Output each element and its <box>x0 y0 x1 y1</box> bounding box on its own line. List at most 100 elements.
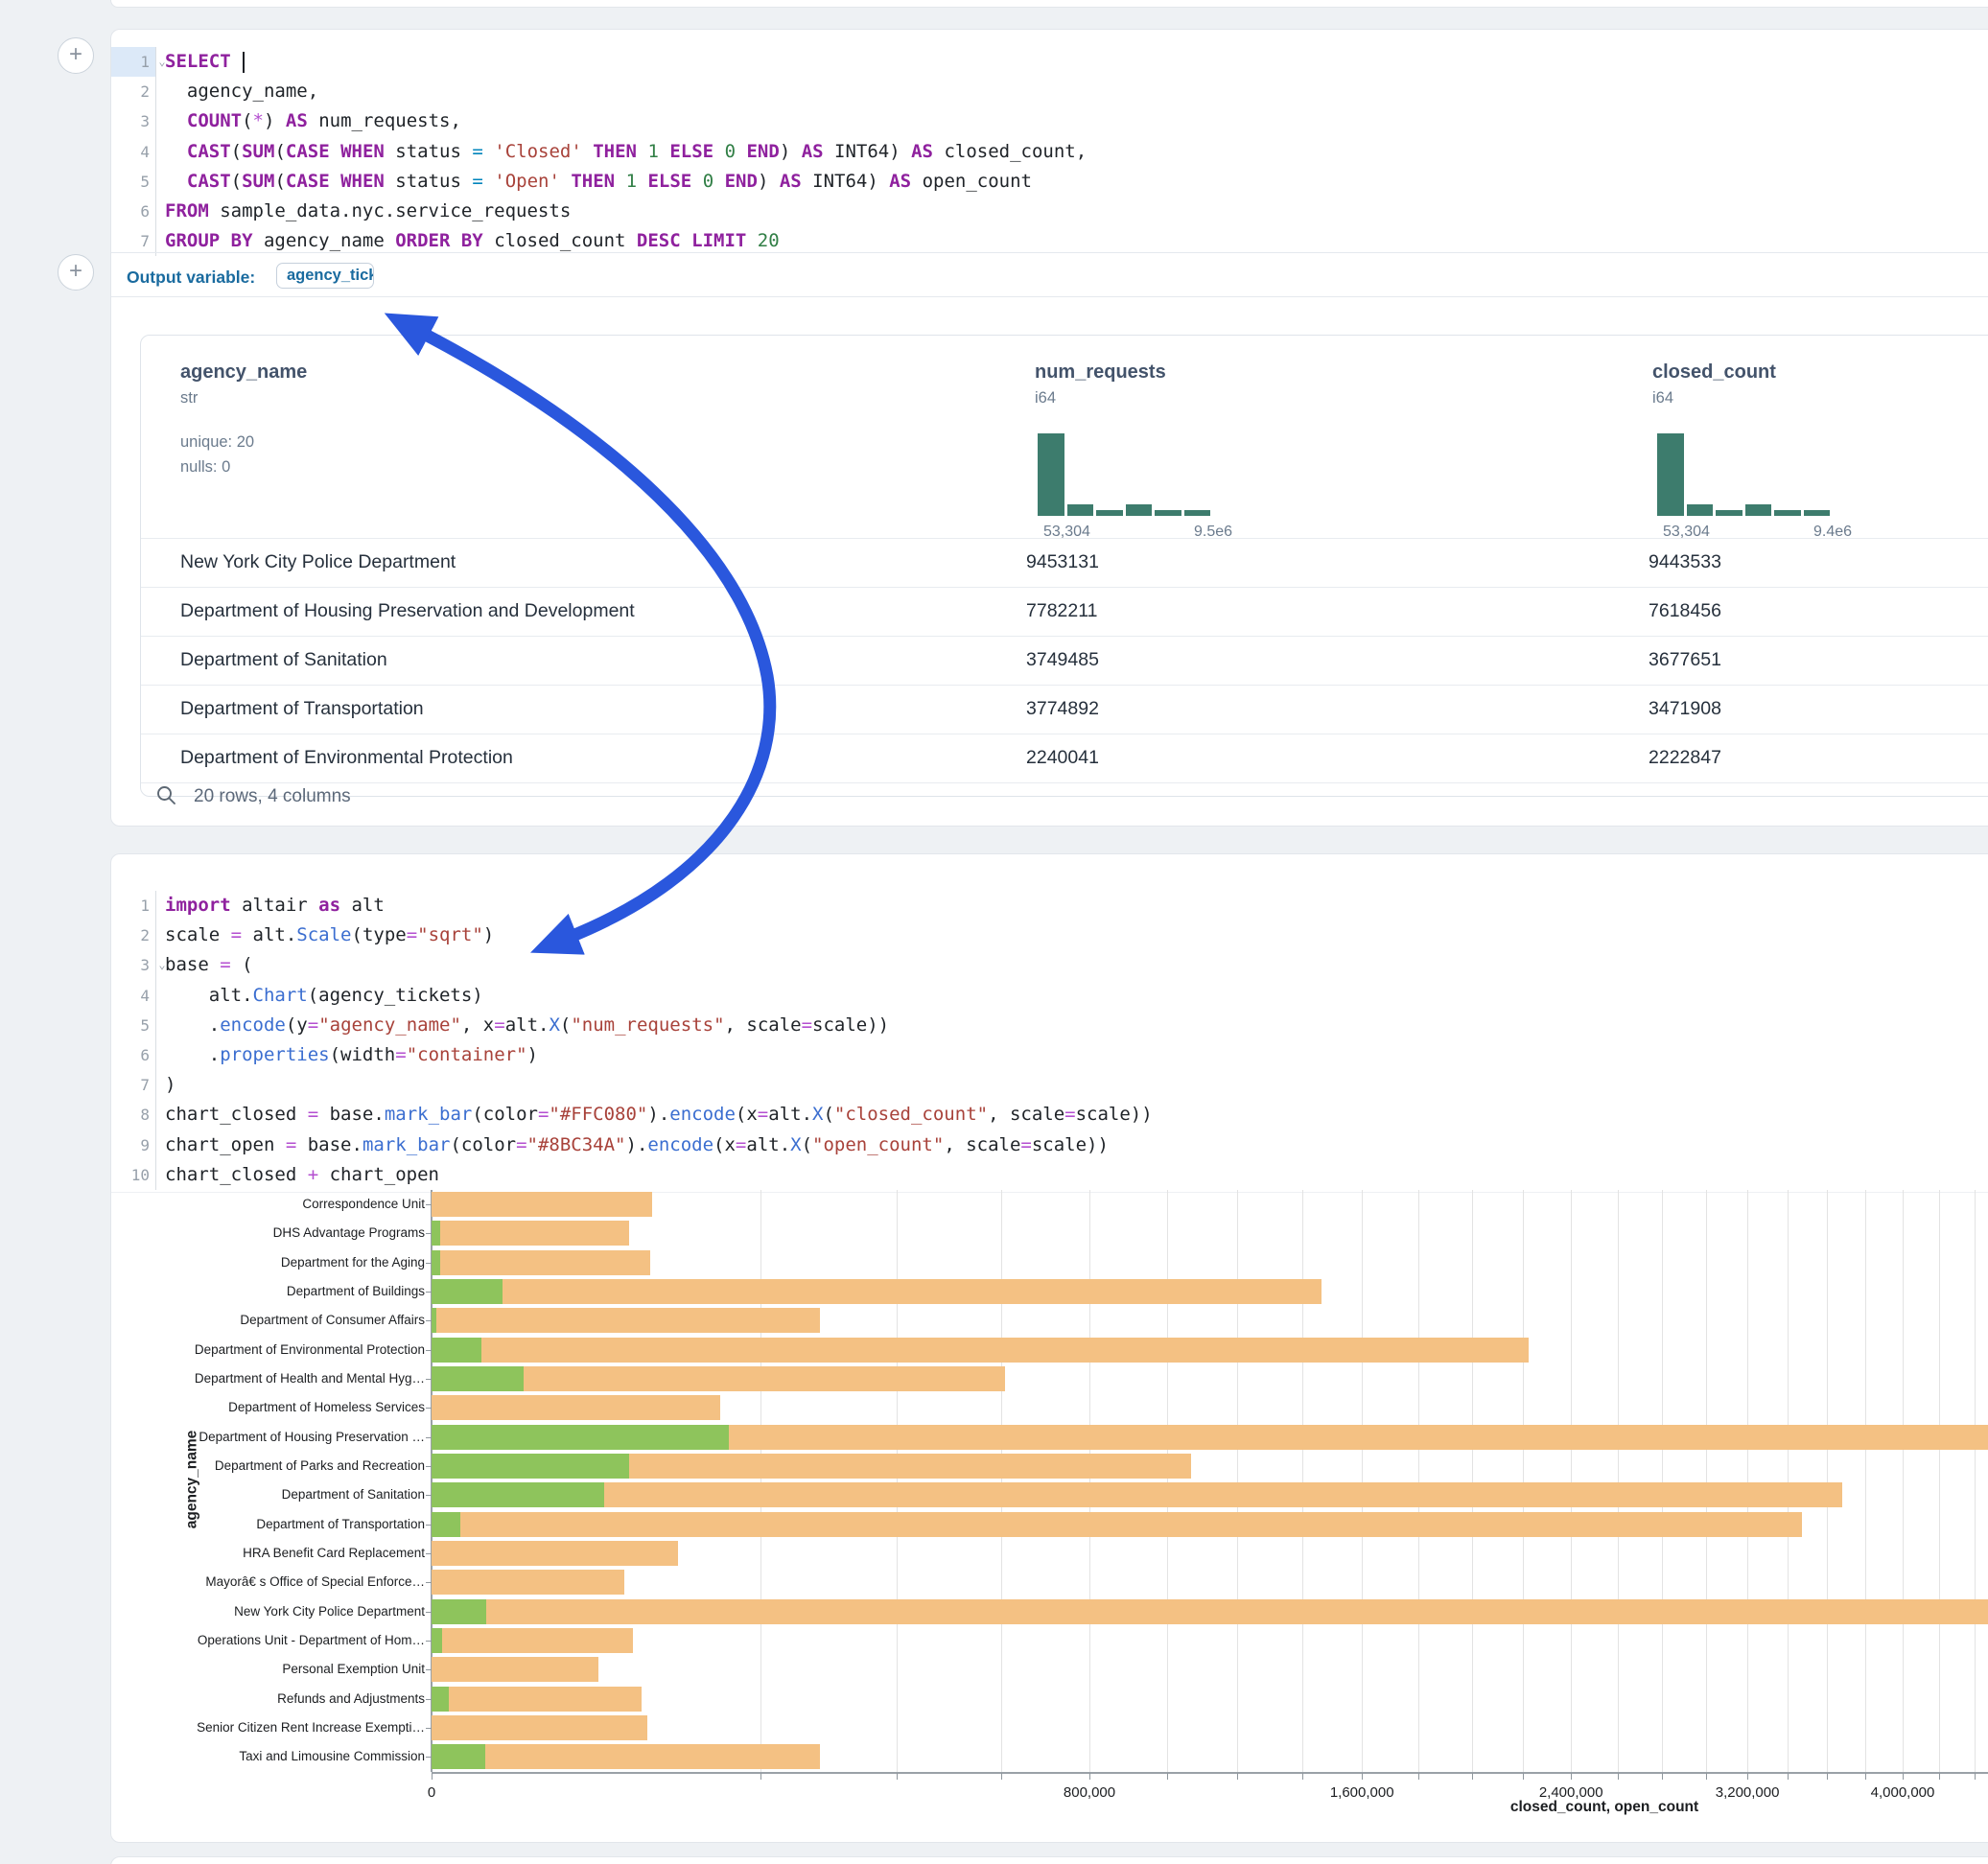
token-id <box>165 110 187 131</box>
y-tick <box>426 1292 432 1293</box>
token-kw: AS <box>286 110 308 131</box>
bar-closed-count <box>432 1250 650 1275</box>
y-axis-label: Department of Transportation <box>108 1517 425 1531</box>
column-header-agency-name[interactable]: agency_name <box>180 361 307 384</box>
bar-open-count <box>432 1338 481 1363</box>
token-id: alt. <box>165 985 253 1006</box>
bar-closed-count <box>432 1192 652 1217</box>
code-text: base = ( <box>156 950 253 980</box>
token-id <box>746 230 757 251</box>
x-tick <box>1662 1773 1663 1780</box>
token-kw: ORDER BY <box>395 230 483 251</box>
bar-closed-count <box>432 1308 820 1333</box>
token-id: (x <box>736 1104 758 1125</box>
y-axis-label: Correspondence Unit <box>108 1197 425 1211</box>
token-op: + <box>308 1164 318 1185</box>
token-id: ( <box>231 171 242 192</box>
line-number: 5 <box>111 167 156 197</box>
token-op: = <box>538 1104 549 1125</box>
code-text: chart_closed = base.mark_bar(color="#FFC… <box>156 1100 1153 1130</box>
token-id <box>691 171 702 192</box>
token-id: . <box>165 1044 220 1065</box>
bar-closed-count <box>432 1628 633 1653</box>
gridline <box>760 1190 761 1772</box>
fold-chevron-icon[interactable]: ⌄ <box>155 47 169 77</box>
code-line: 6 .properties(width="container") <box>111 1040 1988 1070</box>
token-id: chart_closed <box>165 1104 308 1125</box>
bar-closed-count <box>432 1395 720 1420</box>
gridline <box>1089 1190 1090 1772</box>
column-header-closed-count[interactable]: closed_count <box>1652 361 1776 384</box>
next-cell-edge <box>110 1856 1988 1864</box>
y-tick <box>426 1553 432 1554</box>
y-axis-label: Department of Sanitation <box>108 1487 425 1502</box>
histogram-bar <box>1687 504 1714 516</box>
token-id: agency_name, <box>165 81 318 102</box>
token-id: ). <box>647 1104 669 1125</box>
column-type: i64 <box>1652 389 1673 408</box>
row-separator <box>141 782 1988 783</box>
y-axis-line <box>431 1190 433 1772</box>
output-variable-pill[interactable]: agency_tickets <box>276 263 374 289</box>
bar-open-count <box>432 1279 503 1304</box>
token-str: "agency_name" <box>318 1014 461 1036</box>
token-num: 0 <box>703 171 713 192</box>
y-tick <box>426 1728 432 1729</box>
token-id <box>681 230 691 251</box>
histogram-bar <box>1774 510 1801 516</box>
token-id <box>165 171 187 192</box>
add-cell-button-mid[interactable]: + <box>58 254 94 291</box>
token-id: ) <box>758 171 780 192</box>
y-axis-label: Operations Unit - Department of Hom… <box>108 1633 425 1647</box>
token-id: INT64) <box>824 141 912 162</box>
token-id: scale)) <box>1032 1134 1109 1155</box>
sql-code-editor[interactable]: 1⌄SELECT 2 agency_name,3 COUNT(*) AS num… <box>111 47 1988 256</box>
token-str: "#8BC34A" <box>527 1134 626 1155</box>
x-tick <box>1302 1773 1303 1780</box>
line-number: 1⌄ <box>111 47 156 77</box>
gridline <box>1788 1190 1789 1772</box>
bar-closed-count <box>432 1657 598 1682</box>
token-id: ). <box>626 1134 648 1155</box>
gridline <box>1618 1190 1619 1772</box>
text-cursor <box>243 52 245 73</box>
python-code-editor[interactable]: 1import altair as alt2scale = alt.Scale(… <box>111 891 1988 1190</box>
y-tick <box>426 1350 432 1351</box>
x-tick <box>1827 1773 1828 1780</box>
token-id: num_requests, <box>308 110 461 131</box>
x-tick <box>1788 1773 1789 1780</box>
token-id: INT64) <box>802 171 890 192</box>
token-kw: CASE WHEN <box>286 171 385 192</box>
token-id: scale <box>165 924 231 945</box>
bar-open-count <box>432 1366 524 1391</box>
token-id: open_count <box>911 171 1032 192</box>
y-axis-label: Taxi and Limousine Commission <box>108 1749 425 1763</box>
gridline <box>1975 1190 1976 1772</box>
token-id <box>560 171 571 192</box>
bar-closed-count <box>432 1512 1802 1537</box>
x-tick <box>1418 1773 1419 1780</box>
add-cell-button-top[interactable]: + <box>58 37 94 74</box>
x-tick-label: 1,600,000 <box>1330 1784 1394 1801</box>
fold-chevron-icon[interactable]: ⌄ <box>155 950 169 980</box>
bar-open-count <box>432 1425 729 1450</box>
token-op: = <box>1064 1104 1075 1125</box>
column-header-num-requests[interactable]: num_requests <box>1035 361 1166 384</box>
y-axis-label: Department of Buildings <box>108 1284 425 1298</box>
histogram-bar <box>1657 433 1684 516</box>
x-tick <box>432 1773 433 1780</box>
token-op: = <box>308 1104 318 1125</box>
token-id: alt <box>340 895 385 916</box>
x-tick <box>1237 1773 1238 1780</box>
bar-open-count <box>432 1628 442 1653</box>
token-fn: X <box>549 1014 559 1036</box>
token-kw: AS <box>911 141 933 162</box>
search-icon[interactable] <box>155 784 178 807</box>
y-axis-label: DHS Advantage Programs <box>108 1225 425 1240</box>
token-num: 1 <box>626 171 637 192</box>
code-line: 5 CAST(SUM(CASE WHEN status = 'Open' THE… <box>111 167 1988 197</box>
sql-cell-card: 1⌄SELECT 2 agency_name,3 COUNT(*) AS num… <box>110 29 1988 827</box>
gridline <box>1302 1190 1303 1772</box>
y-axis-label: Mayorâ€ s Office of Special Enforce… <box>108 1574 425 1589</box>
x-tick <box>1089 1773 1090 1780</box>
